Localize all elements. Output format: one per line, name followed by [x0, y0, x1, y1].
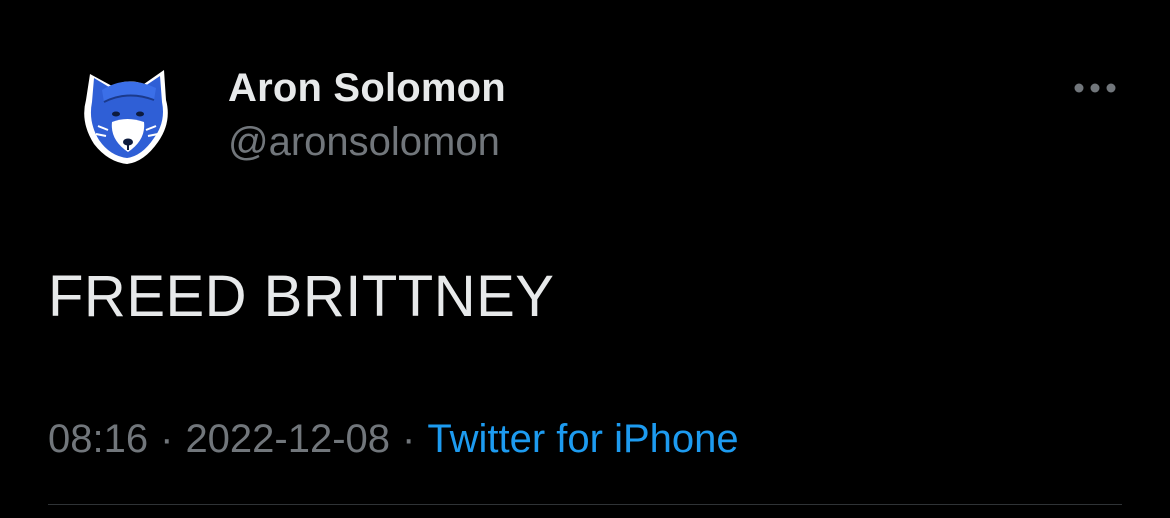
fox-avatar-icon: [84, 70, 168, 164]
tweet-source-link[interactable]: Twitter for iPhone: [427, 417, 738, 461]
tweet-meta: 08:16 · 2022-12-08 · Twitter for iPhone: [48, 417, 739, 462]
user-handle[interactable]: @aronsolomon: [228, 120, 500, 165]
display-name[interactable]: Aron Solomon: [228, 66, 506, 111]
divider: [48, 504, 1122, 505]
tweet-text: FREED BRITTNEY: [48, 264, 555, 329]
meta-separator: ·: [402, 417, 416, 461]
meta-separator: ·: [160, 417, 174, 461]
more-options-button[interactable]: [1070, 76, 1120, 100]
avatar[interactable]: [72, 60, 182, 170]
tweet-time: 08:16: [48, 417, 149, 461]
tweet-date: 2022-12-08: [185, 417, 391, 461]
tweet-detail: Aron Solomon @aronsolomon FREED BRITTNEY…: [0, 0, 1170, 518]
more-options-icon: [1074, 83, 1116, 93]
